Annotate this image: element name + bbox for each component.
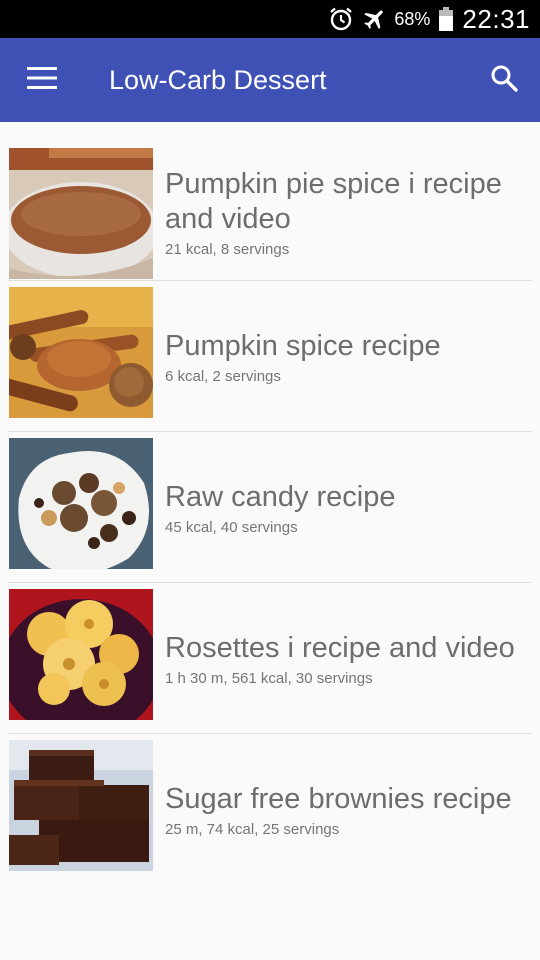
recipe-meta: 45 kcal, 40 servings: [165, 518, 298, 536]
recipe-meta: 25 m, 74 kcal, 25 servings: [165, 820, 340, 838]
recipe-title: Pumpkin spice recipe: [165, 329, 441, 362]
recipe-list-item[interactable]: Rosettes i recipe and video 1 h 30 m, 56…: [0, 583, 540, 734]
search-button[interactable]: [468, 38, 540, 122]
raw-candy-plate-image: [9, 438, 153, 569]
recipe-title: Raw candy recipe: [165, 480, 396, 513]
pumpkin-pie-spice-bowl-image: [9, 148, 153, 279]
recipe-list-item[interactable]: Sugar free brownies recipe 25 m, 74 kcal…: [0, 734, 540, 885]
recipe-meta: 1 h 30 m, 561 kcal, 30 servings: [165, 669, 373, 687]
rosettes-plate-image: [9, 589, 153, 720]
pumpkin-spice-cinnamon-image: [9, 287, 153, 418]
brownies-plate-image: [9, 740, 153, 871]
recipe-text: Pumpkin pie spice i recipe and video 21 …: [165, 167, 530, 258]
recipe-title: Rosettes i recipe and video: [165, 631, 515, 664]
recipe-title: Pumpkin pie spice i recipe and video: [165, 168, 502, 235]
battery-icon: [438, 6, 454, 32]
airplane-mode-icon: [362, 6, 388, 32]
search-icon: [490, 64, 518, 97]
app-bar: Low-Carb Dessert: [0, 38, 540, 122]
menu-icon: [27, 66, 57, 94]
menu-button[interactable]: [0, 38, 84, 122]
recipe-text: Sugar free brownies recipe 25 m, 74 kcal…: [165, 782, 530, 838]
recipe-title: Sugar free brownies recipe: [165, 782, 512, 815]
recipe-text: Pumpkin spice recipe 6 kcal, 2 servings: [165, 329, 530, 385]
recipe-text: Rosettes i recipe and video 1 h 30 m, 56…: [165, 631, 530, 687]
status-clock: 22:31: [462, 3, 530, 34]
recipe-list-item[interactable]: Pumpkin spice recipe 6 kcal, 2 servings: [0, 281, 540, 432]
recipe-text: Raw candy recipe 45 kcal, 40 servings: [165, 480, 530, 536]
alarm-icon: [328, 6, 354, 32]
recipe-meta: 21 kcal, 8 servings: [165, 241, 290, 258]
page-title: Low-Carb Dessert: [109, 64, 327, 95]
recipe-list-item[interactable]: Raw candy recipe 45 kcal, 40 servings: [0, 432, 540, 583]
recipe-list-item[interactable]: Pumpkin pie spice i recipe and video 21 …: [0, 144, 540, 281]
recipe-meta: 6 kcal, 2 servings: [165, 367, 281, 385]
recipe-list: Pumpkin pie spice i recipe and video 21 …: [0, 122, 540, 885]
battery-percentage: 68%: [394, 8, 431, 29]
status-bar: 68% 22:31: [0, 0, 540, 38]
